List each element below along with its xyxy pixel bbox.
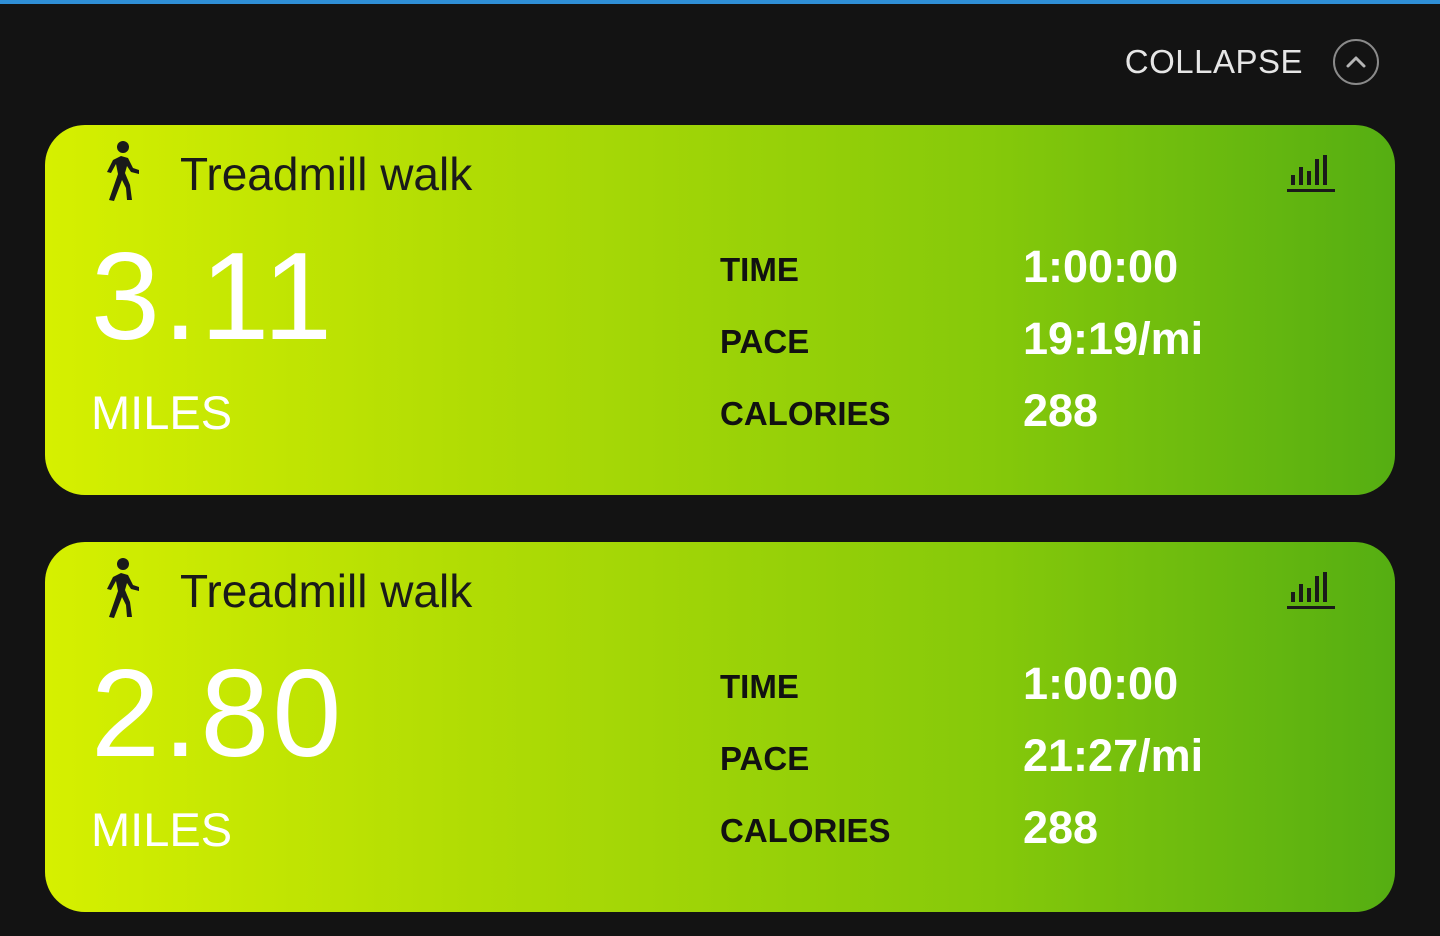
activity-card[interactable]: Treadmill walk 2.80 MILES TIME 1:00:00 P…	[45, 542, 1395, 912]
pace-value: 21:27/mi	[1023, 730, 1204, 781]
collapse-button[interactable]: COLLAPSE	[1125, 36, 1379, 88]
pace-label: PACE	[720, 323, 810, 360]
top-accent-line	[0, 0, 1440, 4]
distance-unit: MILES	[91, 803, 233, 856]
pace-label: PACE	[720, 740, 810, 777]
bar-chart-icon[interactable]	[1287, 153, 1335, 193]
pace-value: 19:19/mi	[1023, 313, 1204, 364]
collapse-label: COLLAPSE	[1124, 43, 1303, 80]
bar-chart-icon[interactable]	[1287, 570, 1335, 610]
distance-unit: MILES	[91, 386, 233, 439]
activity-card[interactable]: Treadmill walk 3.11 MILES TIME 1:00:00 P…	[45, 125, 1395, 495]
time-value: 1:00:00	[1023, 658, 1179, 709]
calories-label: CALORIES	[720, 812, 891, 849]
distance-value: 3.11	[91, 228, 336, 366]
chevron-up-icon[interactable]	[1333, 39, 1379, 85]
walking-person-icon	[97, 140, 143, 204]
calories-value: 288	[1023, 802, 1099, 853]
activity-title: Treadmill walk	[180, 565, 473, 617]
calories-label: CALORIES	[720, 395, 891, 432]
calories-value: 288	[1023, 385, 1099, 436]
activity-title: Treadmill walk	[180, 148, 473, 200]
time-label: TIME	[720, 668, 799, 705]
time-label: TIME	[720, 251, 799, 288]
time-value: 1:00:00	[1023, 241, 1179, 292]
walking-person-icon	[97, 557, 143, 621]
distance-value: 2.80	[91, 645, 345, 783]
